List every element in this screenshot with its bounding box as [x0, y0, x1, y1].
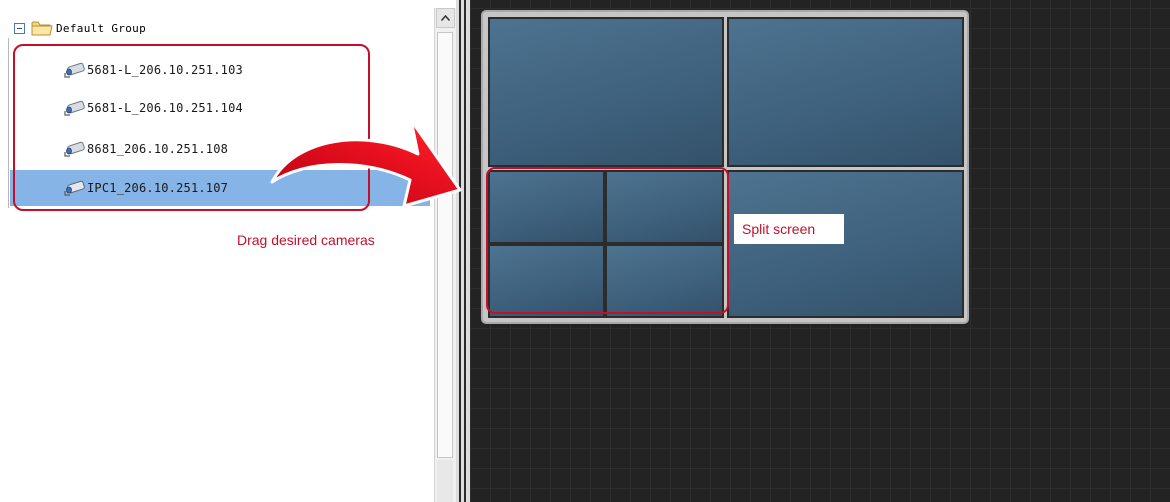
- split-screen-annotation: Split screen: [734, 214, 844, 244]
- drag-annotation-label: Drag desired cameras: [237, 232, 375, 248]
- split-screen-label: Split screen: [742, 221, 816, 237]
- screen-window-2[interactable]: [727, 17, 964, 167]
- screen-window-1[interactable]: [488, 17, 724, 167]
- tree-scrollbar[interactable]: [434, 8, 456, 502]
- scroll-up-button[interactable]: [436, 8, 455, 28]
- device-tree-panel: Default Group 5681-L_206.10.251.103 5681…: [0, 0, 434, 502]
- folder-icon: [31, 21, 53, 36]
- tree-root-label: Default Group: [56, 21, 146, 35]
- panel-splitter[interactable]: [456, 0, 470, 502]
- tree-root-default-group[interactable]: Default Group: [14, 18, 146, 38]
- scrollbar-track[interactable]: [437, 460, 453, 502]
- collapse-minus-icon[interactable]: [14, 22, 25, 34]
- screen-window-4[interactable]: [727, 170, 964, 318]
- tree-connector-line: [8, 38, 9, 208]
- split-screen-highlight-box: [486, 167, 729, 314]
- scroll-up-arrow-icon: [441, 15, 450, 21]
- scrollbar-thumb[interactable]: [437, 32, 453, 458]
- drag-arrow-icon: [270, 118, 462, 208]
